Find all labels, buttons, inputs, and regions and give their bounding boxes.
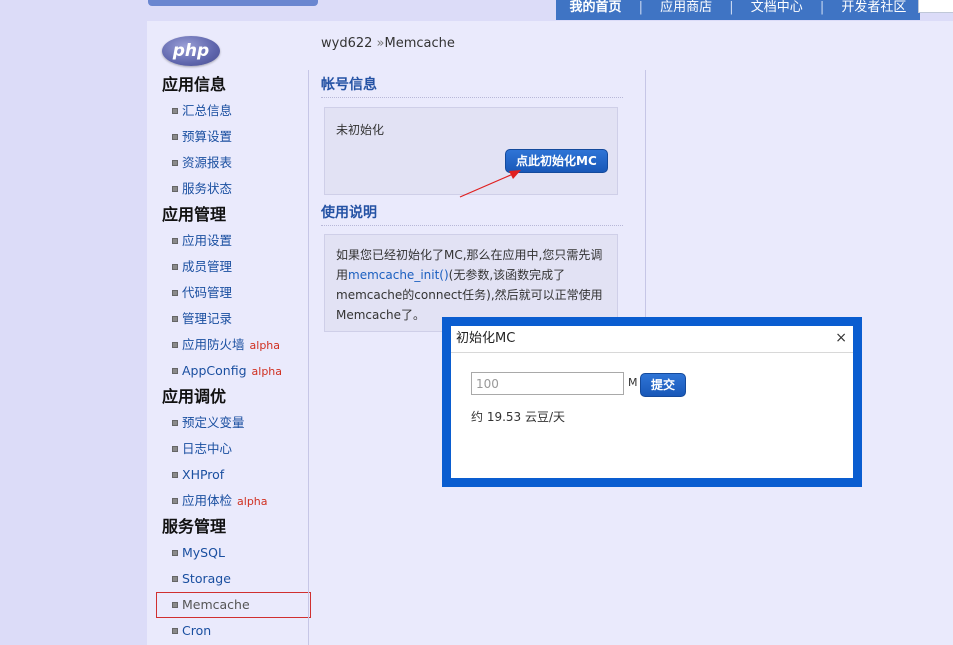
sidebar-item-app-settings[interactable]: 应用设置 [156, 228, 306, 254]
sidebar-item-label: 资源报表 [182, 155, 233, 170]
sidebar-item-label: 应用防火墙 [182, 337, 245, 352]
breadcrumb-user[interactable]: wyd622 [321, 36, 372, 51]
init-mc-dialog: 初始化MC × M 提交 约 19.53 云豆/天 [442, 317, 862, 487]
bullet-icon [172, 497, 178, 504]
sidebar-item-memcache[interactable]: Memcache [156, 592, 311, 618]
breadcrumb: wyd622 »Memcache [321, 36, 455, 51]
sidebar-item-predefined-vars[interactable]: 预定义变量 [156, 410, 306, 436]
sidebar-item-xhprof[interactable]: XHProf [156, 462, 306, 488]
sidebar-item-label: 预定义变量 [182, 415, 245, 430]
sidebar-group-service-manage: 服务管理 [162, 517, 227, 536]
sidebar-item-budget[interactable]: 预算设置 [156, 124, 306, 150]
nav-separator: | [729, 0, 734, 15]
bullet-icon [172, 549, 178, 556]
sidebar-divider [308, 70, 309, 645]
sidebar-item-label: AppConfig [182, 363, 247, 378]
nav-docs[interactable]: 文档中心 [741, 1, 813, 15]
sidebar-item-code[interactable]: 代码管理 [156, 280, 306, 306]
breadcrumb-separator: » [376, 36, 385, 51]
bullet-icon [172, 601, 178, 608]
sidebar-item-label: 预算设置 [182, 129, 233, 144]
sidebar-item-label: XHProf [182, 467, 225, 482]
sidebar-item-label: 应用体检 [182, 493, 233, 508]
sidebar-item-label: 管理记录 [182, 311, 233, 326]
sidebar-item-label: 应用设置 [182, 233, 233, 248]
nav-separator: | [638, 0, 644, 15]
sidebar-item-label: Memcache [182, 597, 250, 612]
site-logo-strip [148, 0, 318, 6]
sidebar-item-storage[interactable]: Storage [156, 566, 306, 592]
search-input[interactable] [918, 0, 953, 13]
sidebar-item-health-check[interactable]: 应用体检 alpha [156, 488, 306, 514]
alpha-badge: alpha [251, 365, 283, 378]
sidebar-item-label: MySQL [182, 545, 225, 560]
sidebar-item-appconfig[interactable]: AppConfig alpha [156, 358, 306, 384]
dialog-title: 初始化MC [456, 331, 516, 346]
usage-title: 使用说明 [321, 202, 623, 226]
nav-dev-community[interactable]: 开发者社区 [831, 1, 916, 15]
sidebar-item-label: 服务状态 [182, 181, 233, 196]
sidebar: 应用信息 汇总信息 预算设置 资源报表 服务状态 应用管理 应用设置 成员管理 … [156, 72, 311, 644]
bullet-icon [172, 419, 178, 426]
sidebar-item-logs-manage[interactable]: 管理记录 [156, 306, 306, 332]
bullet-icon [172, 263, 178, 270]
usage-text: 如果您已经初始化了MC,那么在应用中,您只需先调用memcache_init()… [336, 245, 611, 325]
sidebar-item-label: Cron [182, 623, 212, 638]
annotation-arrow-icon [459, 170, 521, 198]
bullet-icon [172, 341, 178, 348]
unit-label: M [628, 376, 638, 389]
alpha-badge: alpha [237, 495, 268, 508]
bullet-icon [172, 471, 178, 478]
sidebar-item-mysql[interactable]: MySQL [156, 540, 306, 566]
bullet-icon [172, 367, 178, 374]
bullet-icon [172, 159, 178, 166]
php-logo: php [162, 36, 220, 66]
sidebar-item-members[interactable]: 成员管理 [156, 254, 306, 280]
dialog-body: 初始化MC × M 提交 约 19.53 云豆/天 [451, 326, 853, 478]
top-navigation: 我的首页 | 应用商店 | 文档中心 | 开发者社区 [556, 0, 920, 20]
bullet-icon [172, 185, 178, 192]
account-info-title: 帐号信息 [321, 74, 623, 98]
close-icon[interactable]: × [835, 326, 847, 350]
sidebar-item-reports[interactable]: 资源报表 [156, 150, 306, 176]
sidebar-item-label: 代码管理 [182, 285, 233, 300]
bullet-icon [172, 575, 178, 582]
nav-separator: | [819, 0, 825, 15]
bullet-icon [172, 445, 178, 452]
bullet-icon [172, 289, 178, 296]
sidebar-item-label: 日志中心 [182, 441, 233, 456]
nav-home[interactable]: 我的首页 [560, 1, 632, 15]
init-status-text: 未初始化 [336, 123, 385, 137]
mc-size-input[interactable] [471, 372, 624, 395]
sidebar-item-summary[interactable]: 汇总信息 [156, 98, 306, 124]
bullet-icon [172, 107, 178, 114]
sidebar-item-label: 成员管理 [182, 259, 233, 274]
sidebar-item-log-center[interactable]: 日志中心 [156, 436, 306, 462]
submit-button[interactable]: 提交 [640, 373, 687, 397]
bullet-icon [172, 133, 178, 140]
sidebar-item-label: 汇总信息 [182, 103, 233, 118]
sidebar-item-label: Storage [182, 571, 231, 586]
bullet-icon [172, 627, 178, 634]
sidebar-group-app-tuning: 应用调优 [162, 387, 227, 406]
bullet-icon [172, 315, 178, 322]
memcache-init-link[interactable]: memcache_init() [348, 268, 449, 282]
dialog-header: 初始化MC × [451, 326, 853, 353]
nav-app-store[interactable]: 应用商店 [650, 1, 722, 15]
sidebar-group-app-info: 应用信息 [162, 75, 227, 94]
sidebar-group-app-manage: 应用管理 [162, 205, 227, 224]
sidebar-item-cron[interactable]: Cron [156, 618, 306, 644]
bullet-icon [172, 237, 178, 244]
main-divider [645, 70, 646, 325]
sidebar-item-service-status[interactable]: 服务状态 [156, 176, 306, 202]
breadcrumb-current: Memcache [384, 36, 455, 51]
sidebar-item-firewall[interactable]: 应用防火墙 alpha [156, 332, 306, 358]
alpha-badge: alpha [249, 339, 281, 352]
cost-estimate: 约 19.53 云豆/天 [471, 410, 566, 424]
